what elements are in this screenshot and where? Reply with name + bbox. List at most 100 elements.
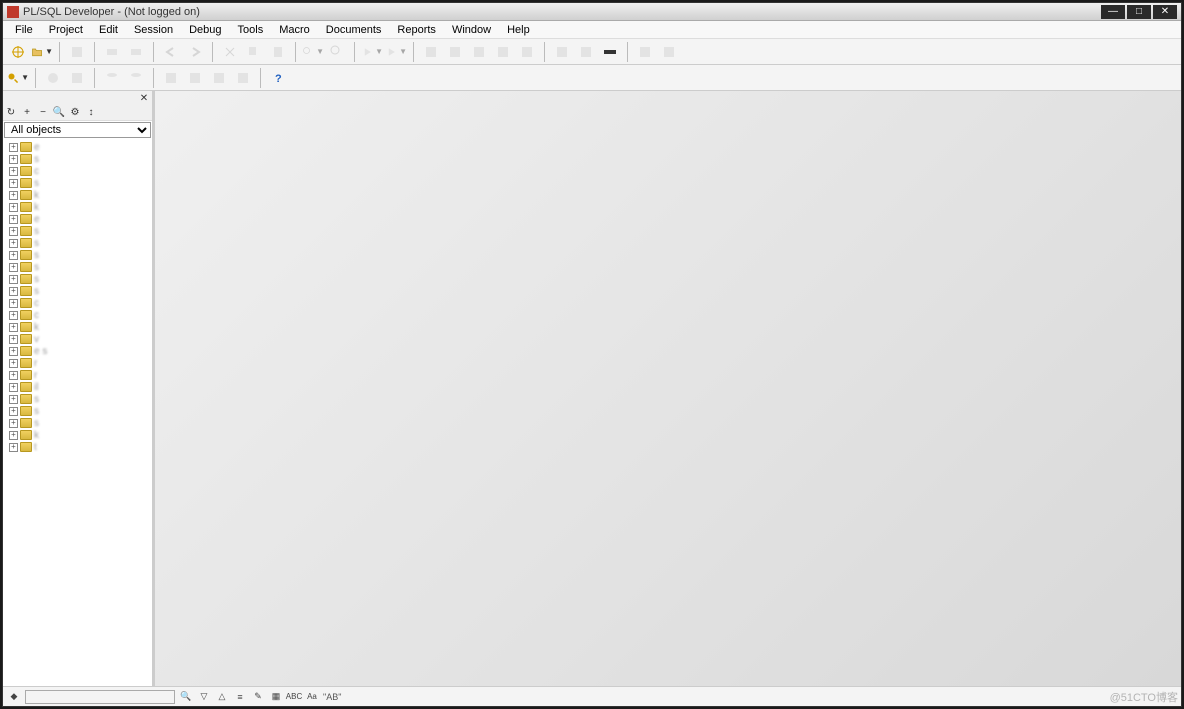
- tree-item[interactable]: +s: [5, 249, 150, 261]
- expand-icon[interactable]: +: [9, 347, 18, 356]
- menu-macro[interactable]: Macro: [271, 22, 318, 38]
- tree-item[interactable]: +t: [5, 441, 150, 453]
- tree-item[interactable]: +c: [5, 165, 150, 177]
- expand-icon[interactable]: +: [9, 419, 18, 428]
- expand-icon[interactable]: +: [9, 239, 18, 248]
- refresh-tree-icon[interactable]: ↻: [5, 107, 17, 119]
- status-up-icon[interactable]: △: [215, 690, 229, 704]
- status-grid-icon[interactable]: ▦: [269, 690, 283, 704]
- expand-icon[interactable]: +: [9, 143, 18, 152]
- tree-item[interactable]: +s: [5, 153, 150, 165]
- indent-left-button[interactable]: [468, 41, 490, 63]
- copy-button[interactable]: [243, 41, 265, 63]
- tree-item[interactable]: +c: [5, 297, 150, 309]
- menu-documents[interactable]: Documents: [318, 22, 390, 38]
- expand-icon[interactable]: +: [9, 263, 18, 272]
- expand-icon[interactable]: +: [9, 311, 18, 320]
- expand-icon[interactable]: +: [9, 299, 18, 308]
- step-into-button[interactable]: [551, 41, 573, 63]
- expand-icon[interactable]: +: [9, 371, 18, 380]
- expand-icon[interactable]: +: [9, 323, 18, 332]
- expand-icon[interactable]: +: [9, 191, 18, 200]
- expand-icon[interactable]: +: [9, 251, 18, 260]
- status-list-icon[interactable]: ≡: [233, 690, 247, 704]
- window-list-button[interactable]: [634, 41, 656, 63]
- tree-item[interactable]: +k: [5, 189, 150, 201]
- commit-button[interactable]: [420, 41, 442, 63]
- tree-item[interactable]: +e s: [5, 345, 150, 357]
- status-case-icon[interactable]: Aa: [305, 690, 319, 704]
- format-button[interactable]: [516, 41, 538, 63]
- tree-item[interactable]: +s: [5, 405, 150, 417]
- tree-item[interactable]: +s: [5, 177, 150, 189]
- export-button[interactable]: [160, 67, 182, 89]
- report-button[interactable]: [208, 67, 230, 89]
- logon-button[interactable]: ▼: [7, 67, 29, 89]
- replace-button[interactable]: [326, 41, 348, 63]
- tree-item[interactable]: +k: [5, 201, 150, 213]
- tree-item[interactable]: +e: [5, 141, 150, 153]
- tree-item[interactable]: +s: [5, 393, 150, 405]
- find-button[interactable]: ▼: [302, 41, 324, 63]
- expand-icon[interactable]: +: [9, 203, 18, 212]
- find-tree-icon[interactable]: 🔍: [53, 107, 65, 119]
- menu-window[interactable]: Window: [444, 22, 499, 38]
- break-button[interactable]: ▼: [385, 41, 407, 63]
- expand-icon[interactable]: +: [9, 287, 18, 296]
- undo-button[interactable]: [160, 41, 182, 63]
- redo-button[interactable]: [184, 41, 206, 63]
- tree-item[interactable]: +il: [5, 381, 150, 393]
- execute-button[interactable]: ▼: [361, 41, 383, 63]
- expand-icon[interactable]: +: [9, 431, 18, 440]
- status-down-icon[interactable]: ▽: [197, 690, 211, 704]
- new-button[interactable]: [7, 41, 29, 63]
- sidebar-close-icon[interactable]: ✕: [138, 92, 150, 104]
- tree-item[interactable]: +s: [5, 285, 150, 297]
- status-edit-icon[interactable]: ✎: [251, 690, 265, 704]
- menu-help[interactable]: Help: [499, 22, 538, 38]
- tree-item[interactable]: +c: [5, 309, 150, 321]
- tree-item[interactable]: +s: [5, 417, 150, 429]
- paste-button[interactable]: [267, 41, 289, 63]
- expand-icon[interactable]: +: [9, 167, 18, 176]
- expand-tree-icon[interactable]: +: [21, 107, 33, 119]
- menu-tools[interactable]: Tools: [230, 22, 272, 38]
- expand-icon[interactable]: +: [9, 227, 18, 236]
- breakpoint-button[interactable]: [599, 41, 621, 63]
- expand-icon[interactable]: +: [9, 275, 18, 284]
- menu-reports[interactable]: Reports: [389, 22, 444, 38]
- compile-button[interactable]: [66, 67, 88, 89]
- save-button[interactable]: [66, 41, 88, 63]
- print-preview-button[interactable]: [125, 41, 147, 63]
- tree-item[interactable]: +r: [5, 369, 150, 381]
- print-button[interactable]: [101, 41, 123, 63]
- status-dropdown[interactable]: [25, 690, 175, 704]
- expand-icon[interactable]: +: [9, 407, 18, 416]
- menu-project[interactable]: Project: [41, 22, 91, 38]
- open-button[interactable]: ▼: [31, 41, 53, 63]
- expand-icon[interactable]: +: [9, 179, 18, 188]
- menu-file[interactable]: File: [7, 22, 41, 38]
- tree-item[interactable]: +s: [5, 273, 150, 285]
- step-over-button[interactable]: [575, 41, 597, 63]
- expand-icon[interactable]: +: [9, 359, 18, 368]
- query-button[interactable]: [101, 67, 123, 89]
- maximize-button[interactable]: □: [1127, 5, 1151, 19]
- indent-right-button[interactable]: [492, 41, 514, 63]
- expand-icon[interactable]: +: [9, 443, 18, 452]
- tree-item[interactable]: +k: [5, 321, 150, 333]
- cut-button[interactable]: [219, 41, 241, 63]
- status-find-icon[interactable]: 🔍: [179, 690, 193, 704]
- tree-item[interactable]: +v: [5, 333, 150, 345]
- expand-icon[interactable]: +: [9, 395, 18, 404]
- status-abc-icon[interactable]: ABC: [287, 690, 301, 704]
- refresh-button[interactable]: [42, 67, 64, 89]
- close-button[interactable]: ✕: [1153, 5, 1177, 19]
- tree-item[interactable]: +s: [5, 237, 150, 249]
- tree-item[interactable]: +s: [5, 261, 150, 273]
- menu-debug[interactable]: Debug: [181, 22, 229, 38]
- import-button[interactable]: [184, 67, 206, 89]
- menu-session[interactable]: Session: [126, 22, 181, 38]
- expand-icon[interactable]: +: [9, 335, 18, 344]
- rollback-button[interactable]: [444, 41, 466, 63]
